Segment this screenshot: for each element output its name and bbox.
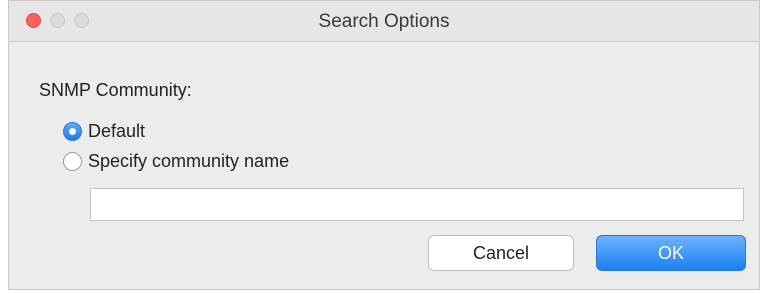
- radio-selected-icon[interactable]: [63, 121, 82, 141]
- search-options-dialog: Search Options SNMP Community: Default S…: [8, 0, 760, 290]
- title-bar: Search Options: [9, 1, 759, 42]
- window-title: Search Options: [318, 11, 450, 32]
- community-name-input[interactable]: [90, 188, 744, 221]
- snmp-community-label: SNMP Community:: [39, 80, 192, 100]
- default-option[interactable]: Default: [63, 119, 145, 143]
- ok-button[interactable]: OK: [596, 235, 746, 271]
- cancel-button[interactable]: Cancel: [428, 235, 574, 271]
- specify-community-option[interactable]: Specify community name: [63, 149, 289, 173]
- radio-unselected-icon[interactable]: [63, 151, 82, 171]
- default-option-label: Default: [88, 120, 146, 141]
- specify-community-option-label: Specify community name: [88, 150, 290, 171]
